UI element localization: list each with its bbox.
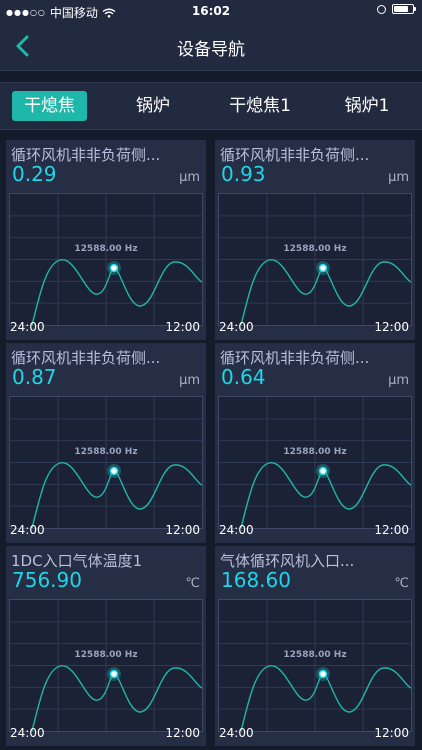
card-value: 0.64: [221, 365, 266, 389]
chart-canvas: [219, 600, 411, 731]
x-axis-end-label: 12:00: [165, 320, 200, 334]
battery-icon: [392, 4, 416, 14]
device-card[interactable]: 循环风机非非负荷侧... 0.64 μm 12588.00 Hz 24:00 1…: [215, 343, 415, 543]
marker-dot: [318, 466, 328, 476]
frequency-label: 12588.00 Hz: [74, 447, 138, 457]
device-card[interactable]: 气体循环风机入口... 168.60 ℃ 12588.00 Hz 24:00 1…: [215, 546, 415, 746]
battery-level: [394, 6, 408, 12]
frequency-label: 12588.00 Hz: [283, 244, 347, 254]
card-unit: μm: [179, 373, 200, 388]
marker-dot: [109, 263, 119, 273]
x-axis-end-label: 12:00: [165, 523, 200, 537]
marker-dot: [318, 669, 328, 679]
tab-gan-xi-jiao-1[interactable]: 干熄焦1: [218, 91, 302, 121]
chart-canvas: [219, 194, 411, 325]
tab-guo-lu[interactable]: 锅炉: [118, 91, 188, 121]
card-unit: ℃: [394, 576, 409, 591]
frequency-label: 12588.00 Hz: [74, 650, 138, 660]
card-unit: ℃: [185, 576, 200, 591]
trend-chart: [9, 193, 203, 326]
chart-canvas: [10, 397, 202, 528]
trend-chart: [218, 193, 412, 326]
card-value: 0.29: [12, 162, 57, 186]
trend-chart: [9, 599, 203, 732]
x-axis-start-label: 24:00: [219, 320, 254, 334]
frequency-label: 12588.00 Hz: [283, 447, 347, 457]
x-axis-start-label: 24:00: [10, 320, 45, 334]
chart-canvas: [219, 397, 411, 528]
card-unit: μm: [388, 170, 409, 185]
marker-dot: [109, 466, 119, 476]
chart-canvas: [10, 600, 202, 731]
card-value: 168.60: [221, 568, 291, 592]
x-axis-start-label: 24:00: [219, 726, 254, 740]
x-axis-start-label: 24:00: [10, 523, 45, 537]
device-card[interactable]: 循环风机非非负荷侧... 0.29 μm 12588.00 Hz 24:00 1…: [6, 140, 206, 340]
x-axis-start-label: 24:00: [219, 523, 254, 537]
device-card[interactable]: 1DC入口气体温度1 756.90 ℃ 12588.00 Hz 24:00 12…: [6, 546, 206, 746]
trend-chart: [218, 599, 412, 732]
tab-guo-lu-1[interactable]: 锅炉1: [332, 91, 402, 121]
trend-chart: [9, 396, 203, 529]
x-axis-start-label: 24:00: [10, 726, 45, 740]
card-value: 0.93: [221, 162, 266, 186]
frequency-label: 12588.00 Hz: [74, 244, 138, 254]
device-card[interactable]: 循环风机非非负荷侧... 0.87 μm 12588.00 Hz 24:00 1…: [6, 343, 206, 543]
x-axis-end-label: 12:00: [165, 726, 200, 740]
x-axis-end-label: 12:00: [374, 320, 409, 334]
frequency-label: 12588.00 Hz: [283, 650, 347, 660]
marker-dot: [109, 669, 119, 679]
card-unit: μm: [179, 170, 200, 185]
navigation-bar: 设备导航: [0, 22, 422, 71]
page-title: 设备导航: [177, 40, 245, 60]
card-unit: μm: [388, 373, 409, 388]
x-axis-end-label: 12:00: [374, 726, 409, 740]
rotation-lock-icon: [377, 4, 386, 14]
marker-dot: [318, 263, 328, 273]
tab-bar: 干熄焦 锅炉 干熄焦1 锅炉1: [0, 82, 422, 130]
x-axis-end-label: 12:00: [374, 523, 409, 537]
status-bar: ●●●○○ 中国移动 16:02: [0, 0, 422, 22]
status-time: 16:02: [191, 4, 231, 18]
tab-gan-xi-jiao[interactable]: 干熄焦: [12, 91, 87, 121]
trend-chart: [218, 396, 412, 529]
card-value: 756.90: [12, 568, 82, 592]
card-value: 0.87: [12, 365, 57, 389]
device-card[interactable]: 循环风机非非负荷侧... 0.93 μm 12588.00 Hz 24:00 1…: [215, 140, 415, 340]
chart-canvas: [10, 194, 202, 325]
